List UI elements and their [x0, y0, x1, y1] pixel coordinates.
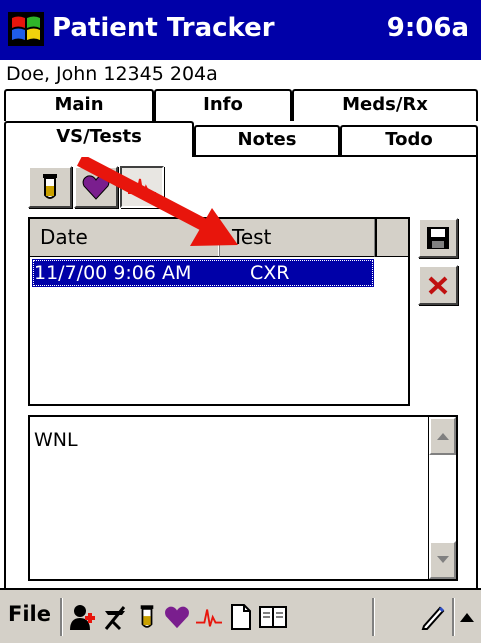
windows-logo-icon[interactable]	[8, 12, 44, 46]
save-button[interactable]	[418, 218, 458, 258]
ecg-icon[interactable]	[194, 602, 224, 632]
scrollbar-track[interactable]	[429, 455, 456, 541]
menu-separator-2	[372, 598, 374, 636]
clock[interactable]: 9:06a	[387, 13, 469, 43]
notes-scrollbar[interactable]	[428, 417, 456, 579]
tests-list[interactable]: Date Test 11/7/00 9:06 AM CXR	[28, 217, 410, 406]
book-icon[interactable]	[258, 602, 288, 632]
tab-meds-rx[interactable]: Meds/Rx	[292, 89, 478, 121]
tab-notes[interactable]: Notes	[194, 125, 340, 155]
heart-icon	[82, 175, 110, 200]
caduceus-icon[interactable]	[100, 602, 130, 632]
tab-todo[interactable]: Todo	[340, 125, 478, 155]
column-header-blank	[375, 219, 408, 257]
column-header-date[interactable]: Date	[30, 219, 220, 257]
file-menu[interactable]: File	[8, 602, 51, 626]
pen-icon[interactable]	[418, 602, 448, 632]
delete-icon	[428, 276, 448, 295]
menu-bar: File	[0, 588, 481, 643]
patient-info: Doe, John 12345 204a	[6, 63, 218, 85]
vitals-heart-button[interactable]	[74, 166, 118, 208]
scroll-up-button[interactable]	[429, 417, 456, 455]
list-item[interactable]: 11/7/00 9:06 AM CXR	[32, 259, 374, 287]
list-item-test: CXR	[250, 262, 290, 284]
test-tube-icon[interactable]	[132, 602, 162, 632]
menu-separator	[60, 598, 62, 636]
ecg-icon	[128, 178, 156, 198]
scroll-down-button[interactable]	[429, 541, 456, 579]
notes-text: WNL	[34, 429, 78, 451]
tab-main[interactable]: Main	[4, 89, 154, 121]
list-item-date: 11/7/00 9:06 AM	[34, 262, 192, 284]
tab-info[interactable]: Info	[154, 89, 292, 121]
notes-textarea[interactable]: WNL	[28, 415, 458, 581]
column-header-test[interactable]: Test	[220, 219, 375, 257]
scroll-up-icon	[436, 433, 449, 440]
test-tube-icon	[43, 174, 57, 199]
title-bar: Patient Tracker 9:06a	[0, 0, 481, 60]
up-arrow-icon[interactable]	[456, 602, 478, 632]
tab-divider	[194, 155, 478, 157]
save-icon	[427, 227, 449, 249]
delete-button[interactable]	[418, 265, 458, 305]
scroll-down-icon	[436, 556, 449, 563]
tab-vs-tests[interactable]: VS/Tests	[4, 121, 194, 157]
vitals-ecg-button[interactable]	[120, 166, 164, 208]
new-document-icon[interactable]	[226, 602, 256, 632]
menu-separator-3	[452, 598, 454, 636]
add-patient-icon[interactable]	[68, 602, 98, 632]
heart-icon[interactable]	[162, 602, 192, 632]
vitals-test-button[interactable]	[28, 166, 72, 208]
app-title: Patient Tracker	[52, 13, 275, 43]
